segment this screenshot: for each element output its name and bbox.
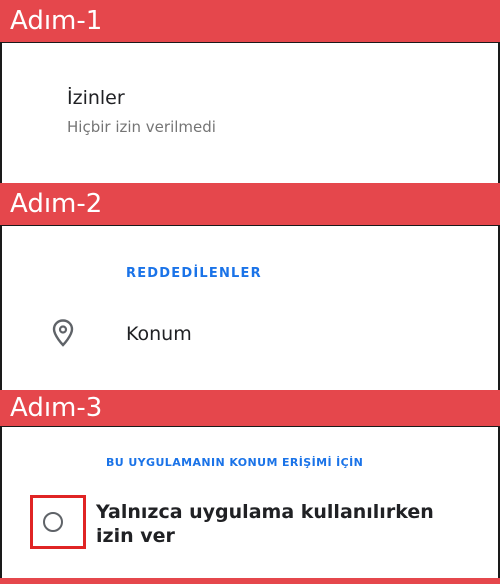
allow-while-using-label[interactable]: Yalnızca uygulama kullanılırken izin ver	[96, 500, 466, 548]
step-3-panel: BU UYGULAMANIN KONUM ERİŞİMİ İÇİN Yalnız…	[0, 426, 500, 578]
step-1-label: Adım-1	[10, 6, 103, 36]
denied-section-header: REDDEDİLENLER	[126, 266, 262, 281]
step-1-panel: İzinler Hiçbir izin verilmedi	[0, 42, 500, 183]
step-3-header: Adım-3	[0, 390, 500, 426]
step-2-label: Adım-2	[10, 189, 103, 219]
step-2-panel: REDDEDİLENLER Konum	[0, 225, 500, 390]
step-3-label: Adım-3	[10, 393, 103, 423]
permission-location[interactable]: Konum	[126, 323, 192, 345]
allow-while-using-radio[interactable]	[43, 512, 63, 532]
permissions-title[interactable]: İzinler	[67, 87, 125, 109]
permissions-subtitle: Hiçbir izin verilmedi	[67, 118, 216, 136]
step-1-header: Adım-1	[0, 0, 500, 42]
bottom-bar	[0, 578, 500, 584]
step-2-header: Adım-2	[0, 183, 500, 225]
location-pin-icon	[52, 319, 74, 347]
location-access-section-header: BU UYGULAMANIN KONUM ERİŞİMİ İÇİN	[106, 456, 364, 469]
